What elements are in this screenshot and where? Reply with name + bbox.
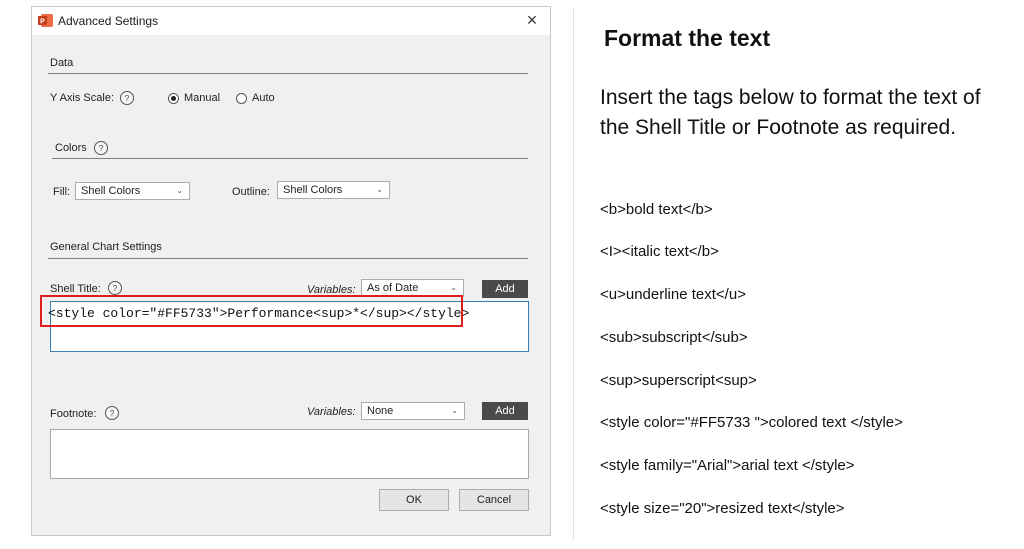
y-axis-scale-label: Y Axis Scale:: [50, 92, 114, 104]
tag-example: <sup>superscript<sup>: [600, 372, 757, 389]
footnote-variables-value: None: [367, 405, 394, 417]
chevron-down-icon: ⌄: [451, 406, 458, 415]
ok-button[interactable]: OK: [379, 489, 449, 511]
fill-label: Fill:: [53, 186, 71, 198]
tag-example: <style family="Arial">arial text </style…: [600, 457, 855, 474]
y-axis-manual-label: Manual: [184, 92, 221, 104]
help-icon[interactable]: ?: [94, 141, 108, 155]
outline-label: Outline:: [232, 186, 270, 198]
general-section-divider: [48, 258, 528, 259]
powerpoint-app-icon: P: [38, 14, 53, 27]
shell-title-variables-value: As of Date: [367, 282, 419, 294]
tag-example: <style color="#FF5733 ">colored text </s…: [600, 414, 903, 431]
advanced-settings-dialog: P Advanced Settings × Data Y Axis Scale:…: [31, 6, 551, 536]
dialog-title: Advanced Settings: [58, 14, 159, 28]
footnote-variables-label: Variables:: [307, 406, 356, 418]
outline-select[interactable]: Shell Colors ⌄: [277, 181, 390, 199]
footnote-textarea[interactable]: [50, 429, 529, 479]
shell-title-label: Shell Title:: [50, 283, 101, 295]
tag-example: <sub>subscript</sub>: [600, 329, 748, 346]
cancel-button[interactable]: Cancel: [459, 489, 529, 511]
instructions-intro: Insert the tags below to format the text…: [600, 86, 981, 139]
tag-example: <I><italic text</b>: [600, 243, 719, 260]
shell-title-add-button[interactable]: Add: [482, 280, 528, 298]
tag-example: <style size="20">resized text</style>: [600, 500, 845, 517]
shell-title-text: <style color="#FF5733">Performance<sup>*…: [48, 306, 470, 321]
fill-select[interactable]: Shell Colors ⌄: [75, 182, 190, 200]
fill-select-value: Shell Colors: [81, 185, 141, 197]
help-icon[interactable]: ?: [120, 91, 134, 105]
chevron-down-icon: ⌄: [176, 186, 183, 195]
chevron-down-icon: ⌄: [376, 185, 383, 194]
footnote-variables-select[interactable]: None ⌄: [361, 402, 465, 420]
footnote-add-button[interactable]: Add: [482, 402, 528, 420]
data-section-divider: [48, 73, 528, 74]
divider: [573, 8, 574, 540]
y-axis-manual-radio[interactable]: [168, 93, 179, 104]
footnote-label: Footnote:: [50, 408, 97, 420]
tag-example: <b>bold text</b>: [600, 201, 713, 218]
y-axis-auto-radio[interactable]: [236, 93, 247, 104]
instructions-heading: Format the text: [604, 25, 771, 51]
colors-section-divider: [52, 158, 528, 159]
data-section-label: Data: [50, 57, 74, 69]
colors-section-label: Colors: [55, 142, 87, 154]
svg-text:P: P: [40, 19, 45, 26]
outline-select-value: Shell Colors: [283, 184, 343, 196]
close-icon[interactable]: ×: [522, 9, 542, 31]
y-axis-auto-label: Auto: [252, 92, 275, 104]
help-icon[interactable]: ?: [108, 281, 122, 295]
help-icon[interactable]: ?: [105, 406, 119, 420]
tag-example: <u>underline text</u>: [600, 286, 746, 303]
chevron-down-icon: ⌄: [450, 283, 457, 292]
general-chart-settings-label: General Chart Settings: [50, 241, 162, 253]
title-bar: P Advanced Settings ×: [32, 7, 550, 35]
